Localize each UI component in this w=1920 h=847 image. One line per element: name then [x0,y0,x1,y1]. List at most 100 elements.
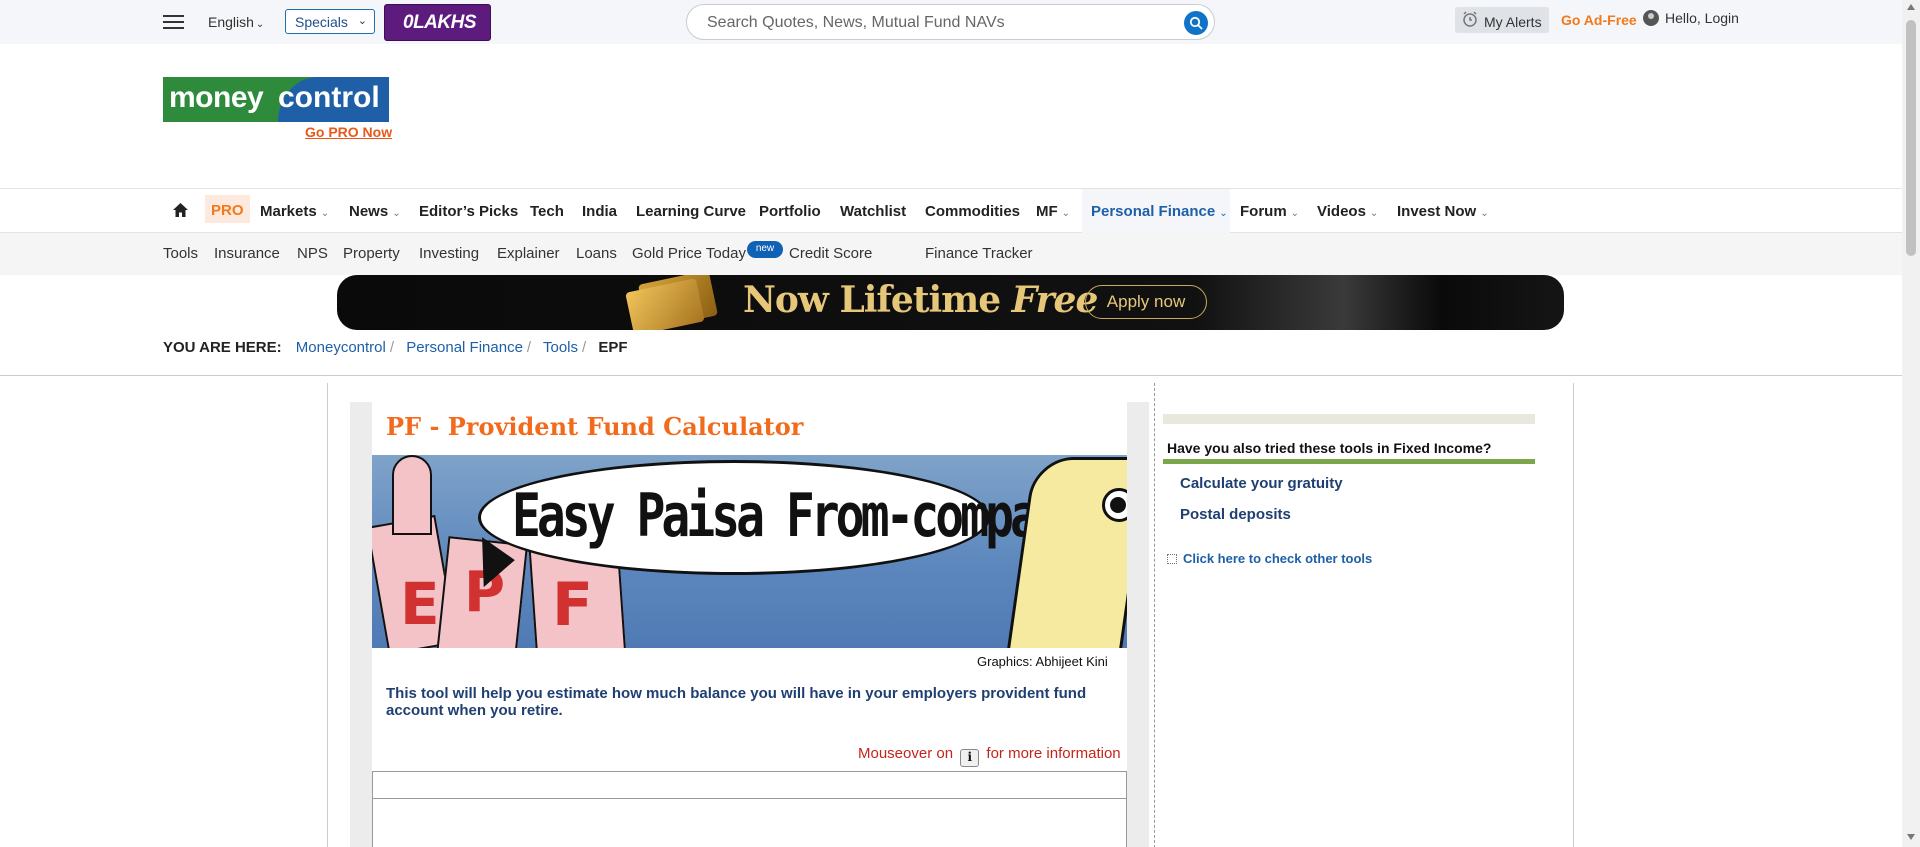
banner-headline: Now Lifetime Free [743,279,1098,321]
go-ad-free-link[interactable]: Go Ad-Free [1561,12,1637,28]
my-alerts-label: My Alerts [1484,14,1542,30]
olakhs-promo-button[interactable]: 0LAKHS [384,4,491,41]
calculator-form [372,771,1127,847]
epf-hero-illustration: E P F Easy Paisa From-company! [372,455,1127,648]
nav-item-label: News [349,203,389,220]
nav-item-mf[interactable]: MF ⌄ [1036,203,1070,220]
ad-banner[interactable]: Now Lifetime Free Apply now [337,275,1564,330]
bullet-icon [1167,554,1177,564]
nav-item-watchlist[interactable]: Watchlist [840,203,906,220]
other-tools-link[interactable]: Click here to check other tools [1167,551,1372,566]
credit-card-image [625,277,705,330]
subnav-item-investing[interactable]: Investing [419,245,479,262]
nav-item-learning-curve[interactable]: Learning Curve [636,203,746,220]
subnav-item-loans[interactable]: Loans [576,245,617,262]
subnav-item-insurance[interactable]: Insurance [214,245,280,262]
my-alerts-button[interactable]: My Alerts [1455,7,1549,33]
hand-illustration [392,455,432,535]
nav-item-forum[interactable]: Forum ⌄ [1240,203,1299,220]
sidebar-link-gratuity[interactable]: Calculate your gratuity [1180,475,1343,492]
subnav-item-explainer[interactable]: Explainer [497,245,560,262]
nav-item-label: MF [1036,203,1058,220]
banner-headline-a: Now Lifetime [743,279,1012,321]
subnav-item-finance-tracker[interactable]: Finance Tracker [925,245,1033,262]
nav-item-news[interactable]: News ⌄ [349,203,401,220]
breadcrumb-link-tools[interactable]: Tools [543,339,578,356]
breadcrumb-current: EPF [598,339,628,356]
nav-item-pro[interactable]: PRO [205,195,250,223]
chevron-down-icon: ⌄ [320,208,330,219]
speech-bubble-text: Easy Paisa From-company! [512,481,1114,551]
chevron-down-icon: ⌄ [1369,208,1379,219]
nav-item-commodities[interactable]: Commodities [925,203,1020,220]
nav-item-personal-finance[interactable]: Personal Finance ⌄ [1091,203,1228,220]
scrollbar-thumb[interactable] [1906,20,1916,256]
login-link[interactable]: Hello, Login [1643,10,1739,26]
top-bar: English ⌄ Specials ⌄ 0LAKHS Search Quotes,… [0,0,1902,44]
scroll-up-icon[interactable] [1907,4,1915,10]
subnav-item-property[interactable]: Property [343,245,400,262]
specials-dropdown[interactable]: Specials ⌄ [285,9,375,34]
subnav-item-credit-score[interactable]: Credit Score [789,245,872,262]
chevron-down-icon: ⌄ [1480,208,1489,219]
moneycontrol-logo[interactable]: money control [163,77,389,122]
breadcrumb-separator: / [582,339,587,356]
chevron-down-icon: ⌄ [392,208,401,219]
nav-item-label: Videos [1317,203,1366,220]
nav-item-editors-picks[interactable]: Editor’s Picks [419,203,518,220]
search-button[interactable] [1184,11,1208,35]
mouseover-hint-b: for more information [986,745,1121,762]
graphics-credit: Graphics: Abhijeet Kini [977,654,1108,669]
chevron-down-icon: ⌄ [1290,208,1300,219]
sidebar-heading: Have you also tried these tools in Fixed… [1167,440,1492,456]
nav-item-invest-now[interactable]: Invest Now ⌄ [1397,203,1489,220]
column-divider [1154,383,1155,847]
sub-nav: Tools Insurance NPS Property Investing E… [0,233,1902,275]
breadcrumb-label: YOU ARE HERE: [163,339,282,356]
mouseover-hint-a: Mouseover on [858,745,954,762]
search-input[interactable]: Search Quotes, News, Mutual Fund NAVs [707,14,1005,32]
hamburger-menu-icon[interactable] [163,15,184,29]
hero-letter-e: E [400,570,440,638]
nav-item-label: Forum [1240,203,1287,220]
info-icon[interactable]: i [960,749,980,767]
nav-item-markets[interactable]: Markets ⌄ [260,203,329,220]
olakhs-label: 0LAKHS [403,12,477,33]
page-title: PF - Provident Fund Calculator [386,412,804,441]
user-avatar-icon [1643,10,1659,26]
subnav-item-gold-price-today[interactable]: Gold Price Today [632,245,746,262]
nav-item-portfolio[interactable]: Portfolio [759,203,821,220]
logo-text-b: control [278,81,380,114]
nav-item-label: Invest Now [1397,203,1477,220]
nav-item-label: Personal Finance [1091,203,1216,220]
other-tools-label: Click here to check other tools [1183,551,1373,566]
mouseover-hint: Mouseover on i for more information [858,745,1121,767]
home-icon[interactable] [172,202,189,223]
sidebar-link-postal-deposits[interactable]: Postal deposits [1180,506,1291,523]
new-badge: new [747,241,783,258]
chevron-down-icon: ⌄ [1219,208,1228,219]
sidebar-top-bar [1163,414,1535,424]
search-bar[interactable]: Search Quotes, News, Mutual Fund NAVs [686,4,1215,40]
chevron-down-icon: ⌄ [255,19,265,30]
tool-description: This tool will help you estimate how muc… [386,685,1087,719]
language-selector[interactable]: English ⌄ [208,14,264,30]
nav-item-tech[interactable]: Tech [530,203,564,220]
subnav-item-tools[interactable]: Tools [163,245,198,262]
scroll-down-icon[interactable] [1907,834,1915,840]
breadcrumb-separator: / [389,339,395,356]
language-label: English [208,14,254,30]
nav-item-india[interactable]: India [582,203,617,220]
breadcrumb-link-moneycontrol[interactable]: Moneycontrol [296,339,386,356]
subnav-item-nps[interactable]: NPS [297,245,328,262]
logo-text-a: money [169,81,264,114]
chevron-down-icon: ⌄ [1061,208,1071,219]
apply-now-button[interactable]: Apply now [1085,285,1207,319]
divider [0,375,1902,376]
go-pro-link[interactable]: Go PRO Now [305,124,392,140]
breadcrumb-link-personal-finance[interactable]: Personal Finance [406,339,523,356]
nav-item-videos[interactable]: Videos ⌄ [1317,203,1378,220]
hero-letter-f: F [552,570,593,640]
vertical-scrollbar[interactable] [1902,0,1920,847]
breadcrumb: YOU ARE HERE: Moneycontrol / Personal Fin… [163,339,628,356]
